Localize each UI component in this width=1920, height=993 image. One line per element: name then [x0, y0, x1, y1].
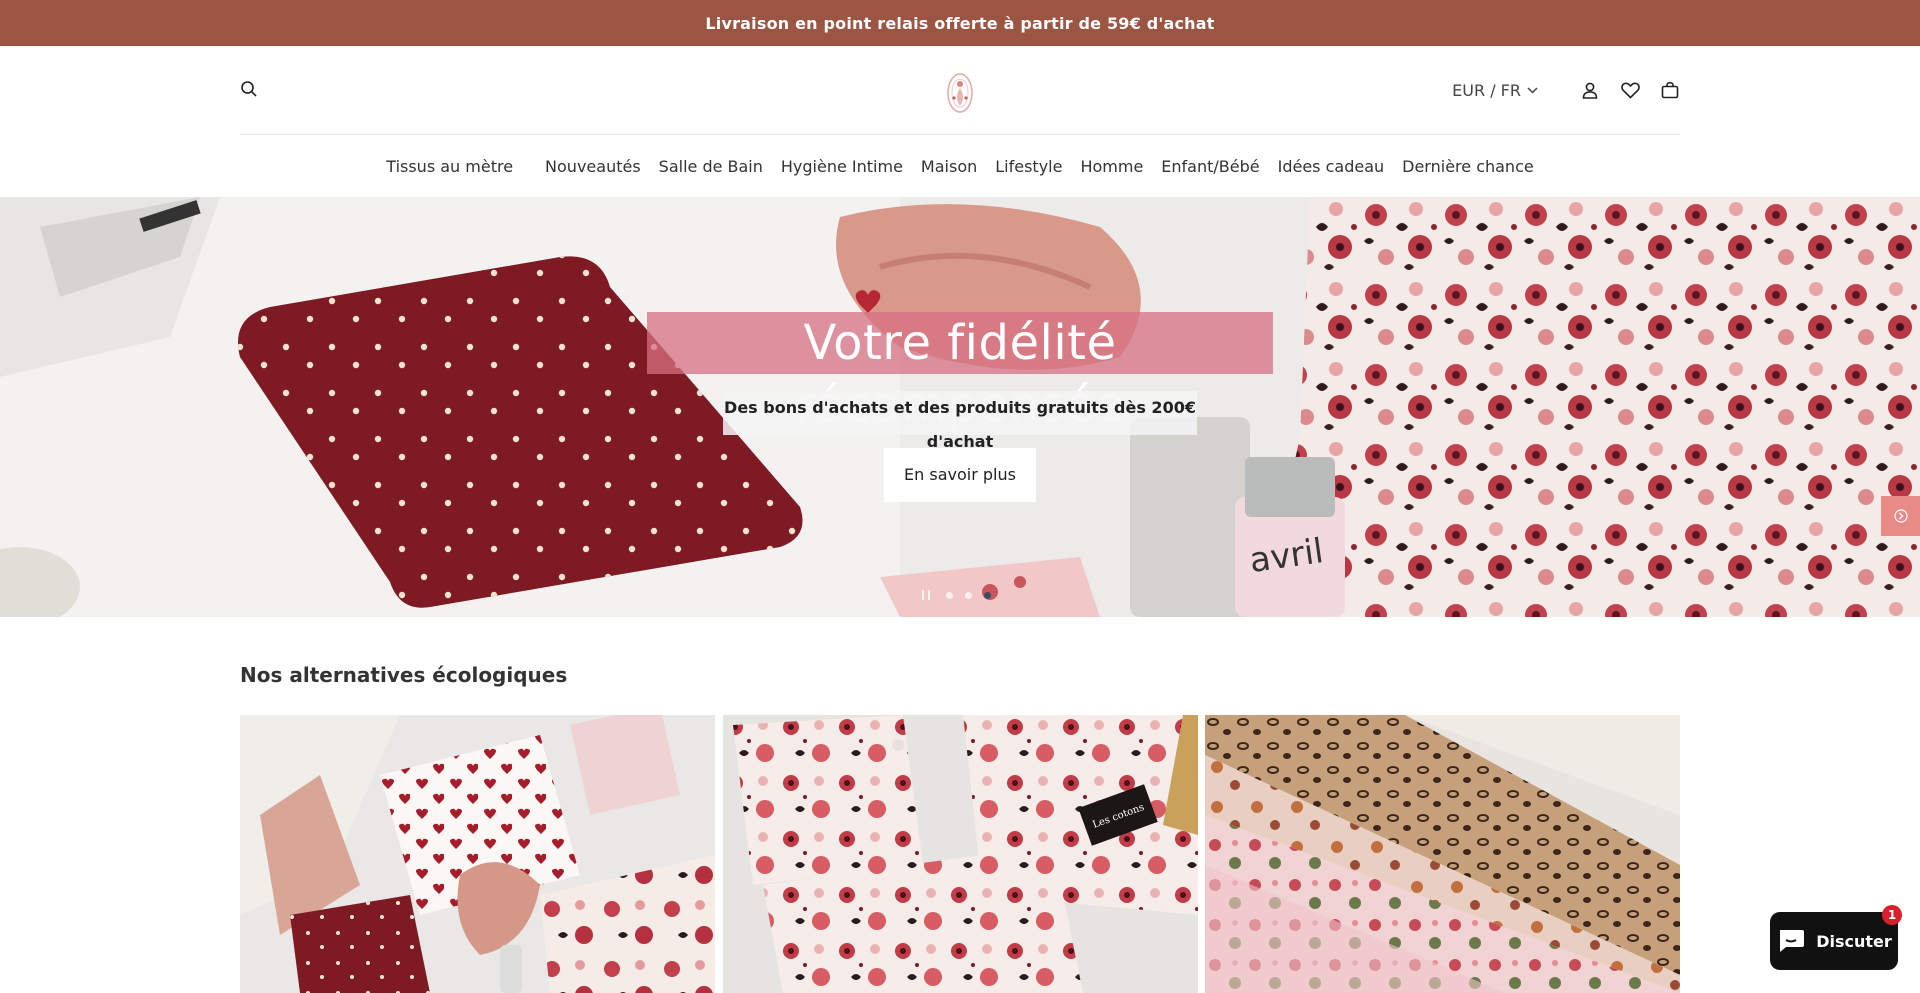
locale-label: EUR / FR — [1452, 80, 1521, 100]
chat-label: Discuter — [1816, 931, 1892, 951]
nav-item-tissus[interactable]: Tissus au mètre — [377, 157, 522, 176]
wishlist-icon[interactable] — [1620, 80, 1640, 100]
header-top: EUR / FR — [240, 46, 1680, 135]
hero-cta-button[interactable]: En savoir plus — [884, 448, 1036, 502]
chat-unread-badge: 1 — [1882, 905, 1902, 925]
header-actions: EUR / FR — [1452, 78, 1680, 102]
nav-item-maison[interactable]: Maison — [912, 157, 986, 176]
nav-item-lifestyle[interactable]: Lifestyle — [986, 157, 1071, 176]
hero-subtitle: Des bons d'achats et des produits gratui… — [723, 391, 1197, 451]
collection-card[interactable] — [240, 715, 715, 993]
main-nav: Tissus au mètre Nouveautés Salle de Bain… — [0, 135, 1920, 197]
nav-item-idees-cadeau[interactable]: Idées cadeau — [1269, 157, 1394, 176]
announcement-bar: Livraison en point relais offerte à part… — [0, 0, 1920, 46]
section-title: Nos alternatives écologiques — [240, 663, 568, 687]
site-header: EUR / FR Tissus au mètre Nouveautés Sall… — [0, 46, 1920, 197]
nav-item-nouveautes[interactable]: Nouveautés — [536, 157, 650, 176]
pause-icon[interactable] — [922, 590, 930, 600]
slide-dot[interactable] — [965, 591, 972, 599]
slideshow-controls — [922, 590, 997, 600]
chevron-down-icon — [1527, 86, 1538, 94]
collection-grid: Les cotons — [240, 715, 1680, 993]
chat-button[interactable]: Discuter — [1770, 912, 1898, 970]
collection-card[interactable] — [1205, 715, 1680, 993]
chat-icon — [1780, 930, 1805, 952]
slide-dot-active[interactable] — [984, 591, 991, 599]
locale-selector[interactable]: EUR / FR — [1452, 81, 1538, 100]
hero-title: Votre fidélité récompensée — [647, 312, 1273, 433]
search-icon[interactable] — [240, 80, 260, 100]
nav-item-hygiene-intime[interactable]: Hygiène Intime — [772, 157, 912, 176]
nav-item-derniere-chance[interactable]: Dernière chance — [1393, 157, 1543, 176]
nav-item-enfant-bebe[interactable]: Enfant/Bébé — [1152, 157, 1268, 176]
hero-slideshow: avril Votre fidélité récompensée Des bon… — [0, 197, 1920, 617]
logo[interactable] — [940, 68, 980, 116]
nav-item-homme[interactable]: Homme — [1071, 157, 1152, 176]
slideshow-next-button[interactable] — [1881, 496, 1920, 536]
announcement-text: Livraison en point relais offerte à part… — [705, 13, 1215, 33]
account-icon[interactable] — [1580, 80, 1600, 100]
nav-item-salle-de-bain[interactable]: Salle de Bain — [650, 157, 772, 176]
collection-card[interactable]: Les cotons — [723, 715, 1198, 993]
cart-icon[interactable] — [1660, 80, 1680, 100]
chevron-right-icon — [1893, 509, 1908, 523]
slide-dot[interactable] — [946, 591, 953, 599]
